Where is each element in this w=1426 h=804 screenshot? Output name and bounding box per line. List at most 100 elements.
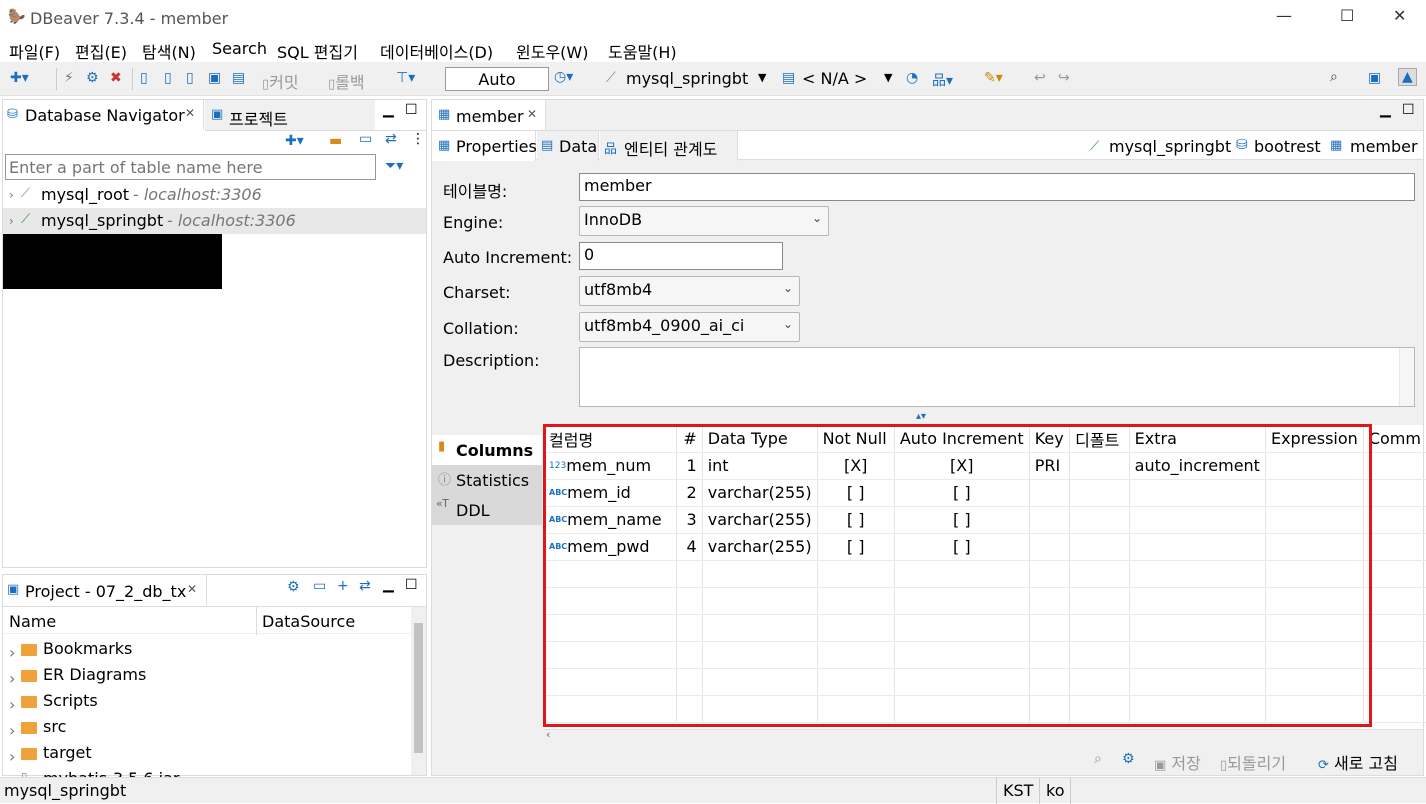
list-item[interactable]: › Scripts — [3, 689, 409, 715]
refresh-button[interactable]: ⟳ 새로 고침 — [1318, 750, 1398, 774]
default-cell[interactable] — [1069, 506, 1130, 534]
minimize-icon[interactable]: ▁ — [383, 102, 394, 118]
revert-button[interactable]: ▯되돌리기 — [1220, 750, 1286, 774]
key-cell[interactable] — [1029, 479, 1071, 507]
chevron-right-icon[interactable]: › — [9, 721, 15, 740]
plug-icon[interactable]: ⚡ — [64, 70, 74, 86]
scrollbar[interactable] — [411, 607, 426, 775]
chevron-right-icon[interactable]: › — [9, 214, 14, 228]
tools-icon[interactable]: ✎▾ — [984, 70, 1003, 86]
col-header-notnull[interactable]: Not Null — [817, 426, 895, 453]
tree-item-mysql-springbt[interactable]: › ⟋ mysql_springbt - localhost:3306 — [3, 208, 426, 234]
default-cell[interactable] — [1069, 452, 1130, 480]
save-button[interactable]: ▣ 저장 — [1154, 750, 1201, 774]
maximize-button[interactable]: ☐ — [1340, 6, 1354, 25]
close-icon[interactable]: ✕ — [185, 106, 195, 120]
tab-statistics[interactable]: ⓘ Statistics — [432, 465, 542, 495]
maximize-icon[interactable]: ☐ — [405, 577, 418, 593]
new-connection-icon[interactable]: ✚▾ — [285, 133, 304, 149]
default-cell[interactable] — [1069, 533, 1130, 561]
maximize-icon[interactable]: ☐ — [405, 102, 418, 118]
tab-ddl[interactable]: «T DDL — [432, 495, 542, 525]
table-name-field[interactable]: member — [579, 173, 1415, 201]
charset-select[interactable]: utf8mb4 ⌄ — [579, 276, 800, 306]
notnull-checkbox[interactable]: [ ] — [817, 479, 895, 507]
ordinal-cell[interactable]: 3 — [676, 506, 703, 534]
gear-icon[interactable]: ⚙ — [1122, 751, 1135, 767]
active-schema-select[interactable]: < N/A > — [802, 69, 867, 88]
menu-navigate[interactable]: 탐색(N) — [142, 39, 196, 63]
new-script-icon[interactable]: ▯ — [186, 70, 194, 86]
ordinal-cell[interactable]: 4 — [676, 533, 703, 561]
column-name-cell[interactable]: ABCmem_id — [544, 479, 678, 507]
rollback-button[interactable]: ▯롤백 — [328, 69, 365, 93]
expression-cell[interactable] — [1265, 452, 1364, 480]
extra-cell[interactable] — [1129, 479, 1266, 507]
autoinc-checkbox[interactable]: [ ] — [894, 533, 1030, 561]
active-connection-select[interactable]: mysql_springbt — [626, 69, 748, 88]
breadcrumb-connection[interactable]: mysql_springbt — [1109, 137, 1231, 156]
tab-project-view[interactable]: ▣ Project - 07_2_db_tx ✕ — [3, 575, 207, 605]
disconnect-icon[interactable]: ✖ — [110, 70, 122, 86]
col-header-comment[interactable]: Comm — [1363, 426, 1426, 453]
column-datasource-header[interactable]: DataSource — [262, 612, 355, 631]
datatype-cell[interactable]: varchar(255) — [702, 506, 818, 534]
sql-editor-icon[interactable]: ▯ — [140, 70, 148, 86]
view-menu-icon[interactable]: ⋮ — [411, 131, 425, 147]
minimize-icon[interactable]: ▁ — [383, 577, 394, 593]
find-icon[interactable]: ▤ — [232, 70, 245, 86]
minimize-button[interactable]: — — [1276, 6, 1292, 25]
key-cell[interactable] — [1029, 533, 1071, 561]
new-folder-icon[interactable]: ▬ — [329, 133, 342, 149]
list-item[interactable]: › target — [3, 741, 409, 767]
autoinc-checkbox[interactable]: [X] — [894, 452, 1030, 480]
breadcrumb-database[interactable]: bootrest — [1254, 137, 1321, 156]
table-row[interactable]: ABCmem_pwd 4 varchar(255) [ ] [ ] — [544, 533, 1426, 561]
link-editor-icon[interactable]: ⇄ — [385, 131, 397, 147]
tab-properties[interactable]: ▦ Properties — [432, 131, 537, 161]
forward-icon[interactable]: ↪ — [1058, 70, 1070, 86]
list-item[interactable]: › src — [3, 715, 409, 741]
console-icon[interactable]: ▣ — [208, 70, 221, 86]
tab-member[interactable]: ▦ member ✕ — [432, 100, 546, 130]
key-cell[interactable] — [1029, 506, 1071, 534]
tab-data[interactable]: ▤ Data — [537, 131, 599, 161]
menu-edit[interactable]: 편집(E) — [75, 39, 127, 63]
menu-help[interactable]: 도움말(H) — [608, 39, 677, 63]
list-item[interactable]: › ER Diagrams — [3, 663, 409, 689]
tab-project[interactable]: ▣ 프로젝트 — [205, 100, 375, 130]
chevron-left-icon[interactable]: ‹ — [546, 728, 550, 741]
back-icon[interactable]: ↩ — [1034, 70, 1046, 86]
filter-icon[interactable]: ⏷▾ — [385, 158, 403, 174]
table-filter-input[interactable] — [5, 154, 376, 180]
transaction-mode-icon[interactable]: ⊤▾ — [396, 70, 415, 86]
notnull-checkbox[interactable]: [ ] — [817, 506, 895, 534]
datatype-cell[interactable]: varchar(255) — [702, 533, 818, 561]
col-header-datatype[interactable]: Data Type — [702, 426, 818, 453]
autoinc-checkbox[interactable]: [ ] — [894, 506, 1030, 534]
menu-search[interactable]: Search — [212, 39, 267, 58]
breadcrumb-table[interactable]: member — [1350, 137, 1418, 156]
col-header-expression[interactable]: Expression — [1265, 426, 1364, 453]
extra-cell[interactable] — [1129, 533, 1266, 561]
key-cell[interactable]: PRI — [1029, 452, 1071, 480]
ordinal-cell[interactable]: 2 — [676, 479, 703, 507]
chevron-right-icon[interactable]: › — [9, 747, 15, 766]
close-button[interactable]: ✕ — [1393, 6, 1406, 25]
link-icon[interactable]: ⇄ — [359, 578, 371, 594]
tab-database-navigator[interactable]: ⛁ Database Navigator ✕ — [3, 100, 204, 130]
expression-cell[interactable] — [1265, 506, 1364, 534]
commit-button[interactable]: ▯커밋 — [262, 69, 299, 93]
sash-arrows-icon[interactable]: ▴▾ — [916, 411, 926, 422]
gear-icon[interactable]: ⚙ — [287, 579, 300, 595]
close-icon[interactable]: ✕ — [187, 582, 197, 596]
ordinal-cell[interactable]: 1 — [676, 452, 703, 480]
chevron-right-icon[interactable]: › — [9, 669, 15, 688]
col-header-autoinc[interactable]: Auto Increment — [894, 426, 1030, 453]
table-row[interactable]: 123mem_num 1 int [X] [X] PRI auto_increm… — [544, 452, 1426, 480]
col-header-extra[interactable]: Extra — [1129, 426, 1266, 453]
col-header-name[interactable]: 컬럼명 — [544, 426, 678, 453]
tree-item-mysql-root[interactable]: › ⟋ mysql_root - localhost:3306 — [3, 182, 426, 208]
column-name-cell[interactable]: 123mem_num — [544, 452, 678, 480]
chevron-down-icon[interactable]: ▼ — [884, 71, 892, 84]
